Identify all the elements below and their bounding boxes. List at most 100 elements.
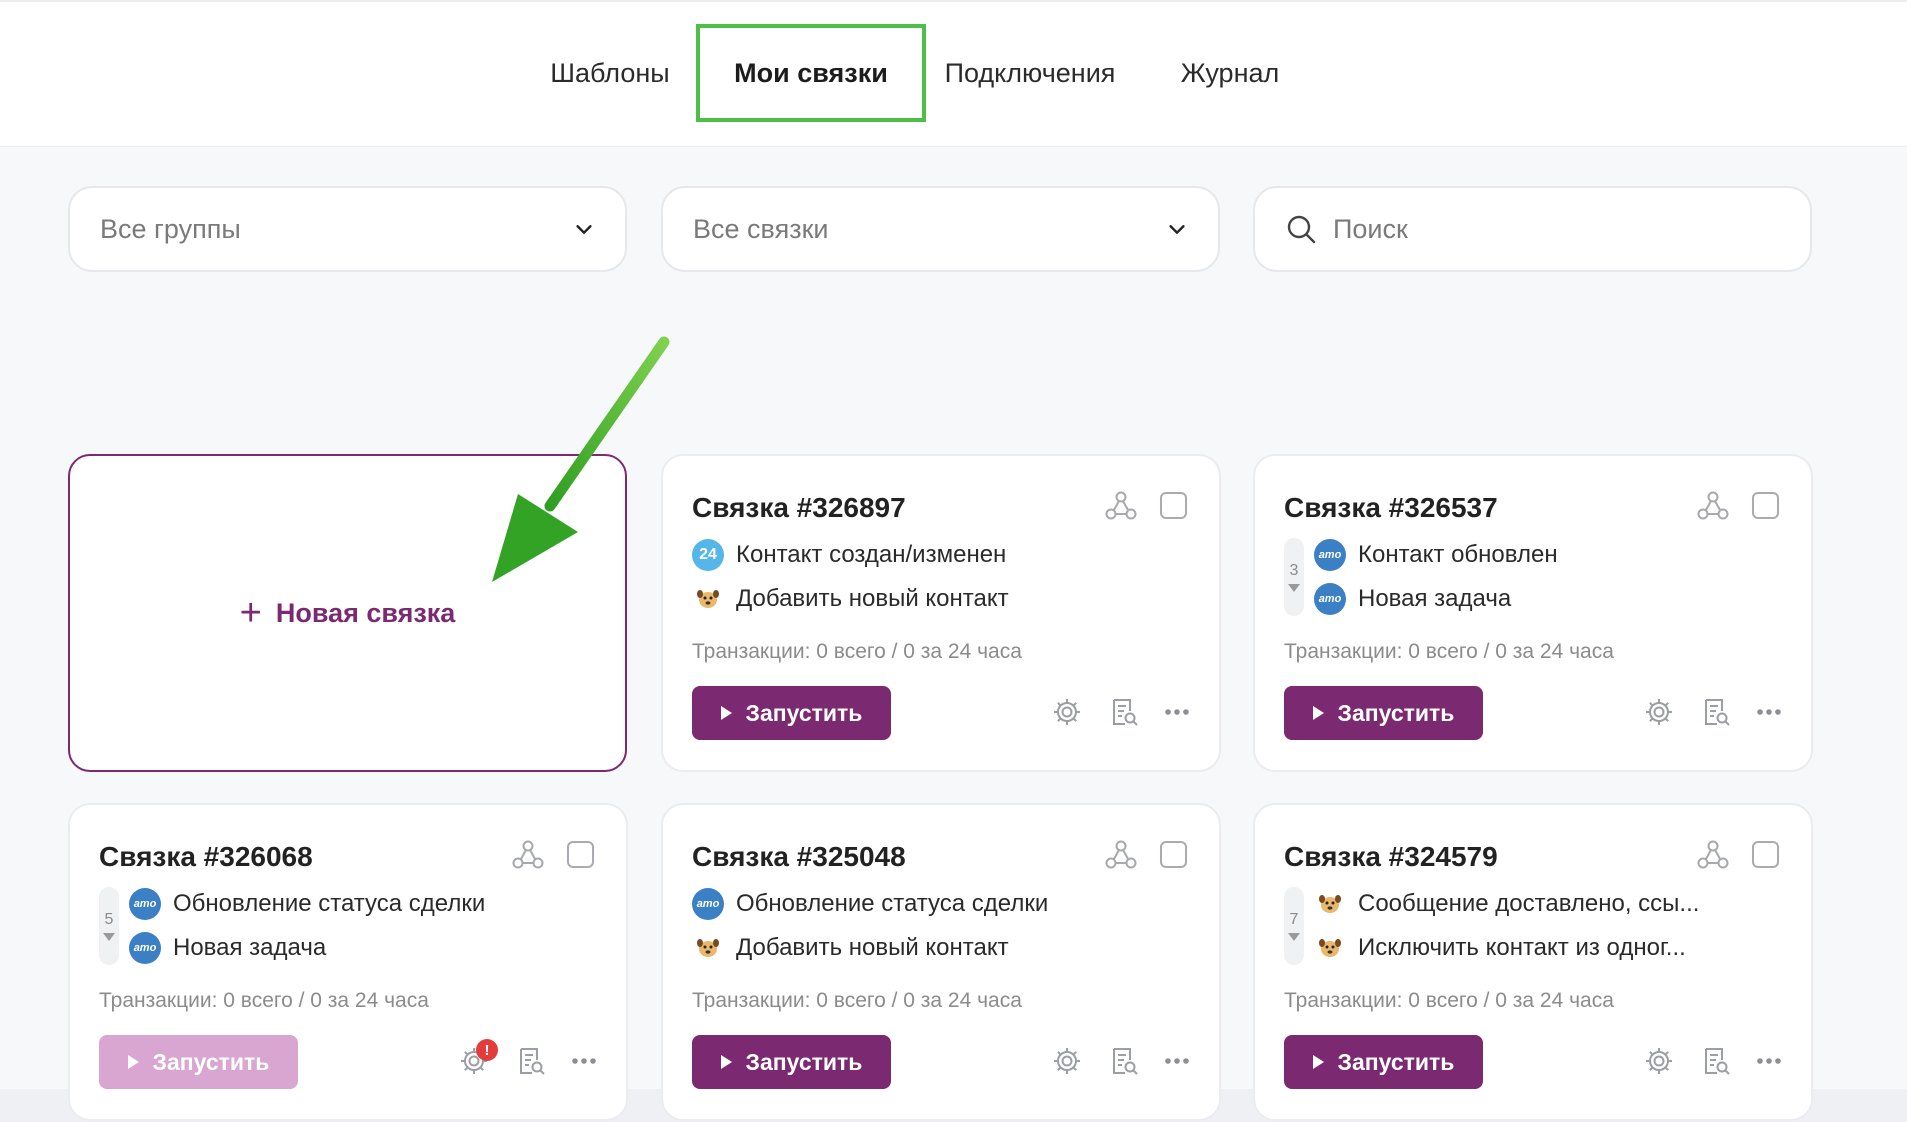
play-icon [1312, 1055, 1324, 1069]
transactions-info: Транзакции: 0 всего / 0 за 24 часа [692, 989, 1022, 1012]
expand-icon [1288, 584, 1300, 592]
link-title: Связка #325048 [692, 841, 906, 872]
links-select[interactable]: Все связки [661, 186, 1220, 272]
step-label: Обновление статуса сделки [736, 890, 1049, 917]
action-step: Добавить новый контакт [692, 931, 1009, 965]
steps-count: 5 [104, 911, 114, 928]
select-checkbox[interactable] [1752, 841, 1779, 868]
count-badge: 24 [692, 539, 724, 571]
amocrm-icon: amo [129, 888, 161, 920]
log-search-icon[interactable] [515, 1045, 547, 1077]
log-search-icon[interactable] [1700, 1045, 1732, 1077]
step-label: Контакт создан/изменен [736, 541, 1007, 568]
settings-gear-icon[interactable] [1051, 696, 1083, 728]
run-button[interactable]: Запустить [692, 686, 891, 740]
steps-counter[interactable]: 3 [1284, 538, 1304, 616]
transactions-info: Транзакции: 0 всего / 0 за 24 часа [1284, 989, 1614, 1012]
run-label: Запустить [745, 1048, 863, 1075]
step-label: Сообщение доставлено, ссы... [1358, 890, 1700, 917]
search-icon [1287, 215, 1316, 244]
more-icon[interactable] [1753, 696, 1785, 728]
search-input[interactable] [1331, 212, 1780, 246]
select-checkbox[interactable] [567, 841, 594, 868]
link-title: Связка #326537 [1284, 492, 1498, 523]
annotation-arrow [492, 336, 670, 582]
webhook-icon [1105, 491, 1137, 520]
webhook-icon [1697, 840, 1729, 869]
action-step: amo Новая задача [1314, 582, 1511, 616]
webhook-icon [512, 840, 544, 869]
trigger-step: amo Контакт обновлен [1314, 538, 1558, 572]
action-step: Исключить контакт из одног... [1314, 931, 1686, 965]
steps-counter[interactable]: 7 [1284, 887, 1304, 965]
step-label: Контакт обновлен [1358, 541, 1558, 568]
settings-gear-button[interactable]: ! [458, 1039, 498, 1077]
trigger-step: 24 Контакт создан/изменен [692, 538, 1006, 572]
webhook-icon [1105, 840, 1137, 869]
dog-bot-icon [1314, 932, 1346, 964]
groups-select-value: Все группы [100, 213, 241, 244]
dog-bot-icon [692, 583, 724, 615]
log-search-icon[interactable] [1700, 696, 1732, 728]
run-label: Запустить [152, 1048, 270, 1075]
more-icon[interactable] [1161, 696, 1193, 728]
run-label: Запустить [1337, 1048, 1455, 1075]
link-card: Связка #326068 5 amo Обновление статуса … [68, 803, 628, 1121]
run-button[interactable]: Запустить [1284, 686, 1483, 740]
alert-badge: ! [476, 1039, 498, 1061]
play-icon [720, 1055, 732, 1069]
log-search-icon[interactable] [1108, 696, 1140, 728]
expand-icon [103, 933, 115, 941]
run-button[interactable]: Запустить [1284, 1035, 1483, 1089]
webhook-icon [1697, 491, 1729, 520]
groups-select[interactable]: Все группы [68, 186, 627, 272]
trigger-step: Сообщение доставлено, ссы... [1314, 887, 1699, 921]
tab-templates[interactable]: Шаблоны [536, 24, 684, 122]
link-card: Связка #324579 7 Сообщение доставлено, с… [1253, 803, 1813, 1121]
play-icon [720, 706, 732, 720]
steps-counter[interactable]: 5 [99, 887, 119, 965]
dog-bot-icon [1314, 888, 1346, 920]
step-label: Добавить новый контакт [736, 585, 1009, 612]
steps-count: 7 [1289, 911, 1299, 928]
tab-journal[interactable]: Журнал [1168, 24, 1292, 122]
settings-gear-icon[interactable] [1051, 1045, 1083, 1077]
select-checkbox[interactable] [1160, 841, 1187, 868]
more-icon[interactable] [1161, 1045, 1193, 1077]
log-search-icon[interactable] [1108, 1045, 1140, 1077]
action-step: Добавить новый контакт [692, 582, 1009, 616]
step-label: Новая задача [173, 934, 327, 961]
amocrm-icon: amo [1314, 583, 1346, 615]
step-label: Обновление статуса сделки [173, 890, 486, 917]
more-icon[interactable] [568, 1045, 600, 1077]
link-title: Связка #326897 [692, 492, 906, 523]
amocrm-icon: amo [129, 932, 161, 964]
select-checkbox[interactable] [1752, 492, 1779, 519]
run-button[interactable]: Запустить [99, 1035, 298, 1089]
step-label: Исключить контакт из одног... [1358, 934, 1686, 961]
expand-icon [1288, 933, 1300, 941]
plus-icon: + [239, 592, 262, 634]
steps-count: 3 [1289, 562, 1299, 579]
settings-gear-icon[interactable] [1643, 1045, 1675, 1077]
chevron-down-icon [1169, 225, 1185, 234]
trigger-step: amo Обновление статуса сделки [129, 887, 485, 921]
more-icon[interactable] [1753, 1045, 1785, 1077]
chevron-down-icon [576, 225, 592, 234]
transactions-info: Транзакции: 0 всего / 0 за 24 часа [692, 640, 1022, 663]
settings-gear-icon[interactable] [1643, 696, 1675, 728]
link-card: Связка #325048 amo Обновление статуса сд… [661, 803, 1221, 1121]
step-label: Новая задача [1358, 585, 1512, 612]
trigger-step: amo Обновление статуса сделки [692, 887, 1048, 921]
action-step: amo Новая задача [129, 931, 326, 965]
run-button[interactable]: Запустить [692, 1035, 891, 1089]
transactions-info: Транзакции: 0 всего / 0 за 24 часа [1284, 640, 1614, 663]
links-select-value: Все связки [693, 213, 829, 244]
new-link-label: Новая связка [275, 597, 456, 628]
tab-connections[interactable]: Подключения [936, 24, 1124, 122]
link-card: Связка #326897 24 Контакт создан/изменен… [661, 454, 1221, 772]
select-checkbox[interactable] [1160, 492, 1187, 519]
tab-my-links[interactable]: Мои связки [696, 24, 926, 122]
step-label: Добавить новый контакт [736, 934, 1009, 961]
amocrm-icon: amo [692, 888, 724, 920]
